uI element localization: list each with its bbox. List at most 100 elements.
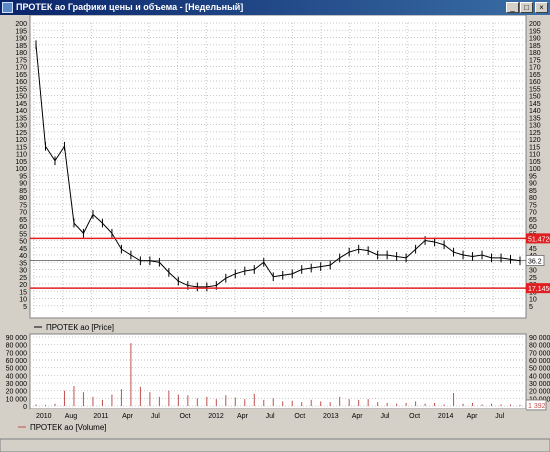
price-y-tick-left: 125 <box>15 130 27 137</box>
price-y-tick-right: 85 <box>529 188 537 195</box>
x-axis-label: Apr <box>352 413 364 420</box>
price-y-tick-right: 25 <box>529 275 537 282</box>
x-axis-label: Oct <box>180 413 191 420</box>
x-axis-label: 2013 <box>323 413 339 420</box>
price-y-tick-left: 10 <box>19 297 27 304</box>
price-y-tick-left: 170 <box>15 65 27 72</box>
price-y-tick-right: 150 <box>529 94 541 101</box>
volume-y-tick-left: 90 000 <box>6 335 28 342</box>
price-y-tick-left: 175 <box>15 57 27 64</box>
price-y-tick-left: 15 <box>19 289 27 296</box>
price-y-tick-left: 20 <box>19 282 27 289</box>
price-y-tick-left: 120 <box>15 137 27 144</box>
price-y-tick-left: 195 <box>15 28 27 35</box>
price-y-tick-right: 165 <box>529 72 541 79</box>
volume-plot-area[interactable] <box>29 333 527 410</box>
horizontal-scrollbar[interactable] <box>0 438 550 452</box>
price-y-tick-right: 100 <box>529 166 541 173</box>
price-y-tick-left: 140 <box>15 108 27 115</box>
price-y-tick-right: 160 <box>529 79 541 86</box>
price-y-tick-left: 165 <box>15 72 27 79</box>
price-y-tick-left: 70 <box>19 210 27 217</box>
volume-y-tick-left: 10 000 <box>6 396 28 403</box>
price-y-tick-left: 95 <box>19 173 27 180</box>
volume-y-tick-left: 20 000 <box>6 389 28 396</box>
price-level-label: 17.1450 <box>528 286 550 293</box>
price-plot-area[interactable] <box>29 15 527 319</box>
price-y-tick-right: 105 <box>529 159 541 166</box>
price-y-tick-left: 100 <box>15 166 27 173</box>
price-y-tick-left: 90 <box>19 181 27 188</box>
price-y-tick-right: 70 <box>529 210 537 217</box>
volume-y-tick-right: 40 000 <box>529 373 550 380</box>
window-titlebar[interactable]: ПРОТЕК ао Графики цены и объема - [Недел… <box>0 0 550 15</box>
price-y-tick-left: 145 <box>15 101 27 108</box>
x-axis-label: Oct <box>294 413 305 420</box>
price-y-tick-left: 30 <box>19 268 27 275</box>
x-axis-label: 2012 <box>208 413 224 420</box>
price-y-tick-left: 50 <box>19 239 27 246</box>
volume-y-tick-right: 90 000 <box>529 335 550 342</box>
price-y-tick-right: 195 <box>529 28 541 35</box>
price-y-tick-right: 120 <box>529 137 541 144</box>
price-y-tick-left: 200 <box>15 21 27 28</box>
app-icon <box>2 2 13 13</box>
volume-y-tick-right: 60 000 <box>529 358 550 365</box>
price-y-tick-left: 45 <box>19 246 27 253</box>
x-axis-label: Jul <box>380 413 389 420</box>
price-y-tick-right: 115 <box>529 144 540 151</box>
x-axis-label: Jul <box>151 413 160 420</box>
price-y-tick-left: 55 <box>19 231 27 238</box>
volume-y-tick-right: 80 000 <box>529 343 550 350</box>
maximize-button[interactable]: □ <box>520 2 533 13</box>
x-axis-label: 2010 <box>36 413 52 420</box>
price-y-tick-left: 80 <box>19 195 27 202</box>
price-y-tick-left: 190 <box>15 36 27 43</box>
price-y-tick-right: 65 <box>529 217 537 224</box>
volume-y-tick-right: 50 000 <box>529 366 550 373</box>
x-axis-label: Jul <box>495 413 504 420</box>
volume-y-tick-right: 30 000 <box>529 381 550 388</box>
price-y-tick-right: 90 <box>529 181 537 188</box>
x-axis-label: Aug <box>65 413 78 420</box>
price-y-tick-right: 45 <box>529 246 537 253</box>
x-axis-label: Apr <box>122 413 134 420</box>
price-y-tick-right: 95 <box>529 173 537 180</box>
price-y-tick-right: 190 <box>529 36 541 43</box>
volume-y-tick-left: 40 000 <box>6 373 28 380</box>
window-title: ПРОТЕК ао Графики цены и объема - [Недел… <box>16 2 244 12</box>
price-y-tick-left: 115 <box>16 144 27 151</box>
price-y-tick-right: 75 <box>529 202 537 209</box>
volume-legend: ПРОТЕК ао [Volume] <box>30 423 107 432</box>
x-axis-label: 2014 <box>438 413 454 420</box>
last-price-label: 36.2 <box>528 259 542 266</box>
chart-area[interactable]: 5510101515202025253030353540404545505055… <box>0 15 550 452</box>
volume-y-tick-left: 80 000 <box>6 343 28 350</box>
price-y-tick-right: 130 <box>529 123 541 130</box>
price-y-tick-left: 85 <box>19 188 27 195</box>
price-y-tick-left: 135 <box>15 115 27 122</box>
volume-y-tick-right: 20 000 <box>529 389 550 396</box>
price-y-tick-left: 150 <box>15 94 27 101</box>
price-y-tick-right: 140 <box>529 108 541 115</box>
price-legend: ПРОТЕК ао [Price] <box>46 323 114 332</box>
volume-y-tick-left: 0 <box>23 404 27 411</box>
volume-y-tick-left: 70 000 <box>6 350 28 357</box>
price-y-tick-right: 200 <box>529 21 541 28</box>
x-axis-label: Oct <box>409 413 420 420</box>
last-volume-label: 1 392 <box>528 403 546 410</box>
close-button[interactable]: × <box>535 2 548 13</box>
price-level-label: 51.4720 <box>528 236 550 243</box>
price-y-tick-left: 35 <box>19 260 27 267</box>
minimize-button[interactable]: _ <box>506 2 519 13</box>
x-axis-label: 2011 <box>93 413 108 420</box>
volume-y-tick-left: 60 000 <box>6 358 28 365</box>
price-y-tick-left: 155 <box>15 86 27 93</box>
price-y-tick-right: 30 <box>529 268 537 275</box>
price-y-tick-right: 185 <box>529 43 541 50</box>
price-y-tick-left: 65 <box>19 217 27 224</box>
x-axis-label: Jul <box>266 413 275 420</box>
price-y-tick-right: 155 <box>529 86 541 93</box>
x-axis-label: Apr <box>467 413 479 420</box>
price-y-tick-right: 5 <box>529 304 533 311</box>
